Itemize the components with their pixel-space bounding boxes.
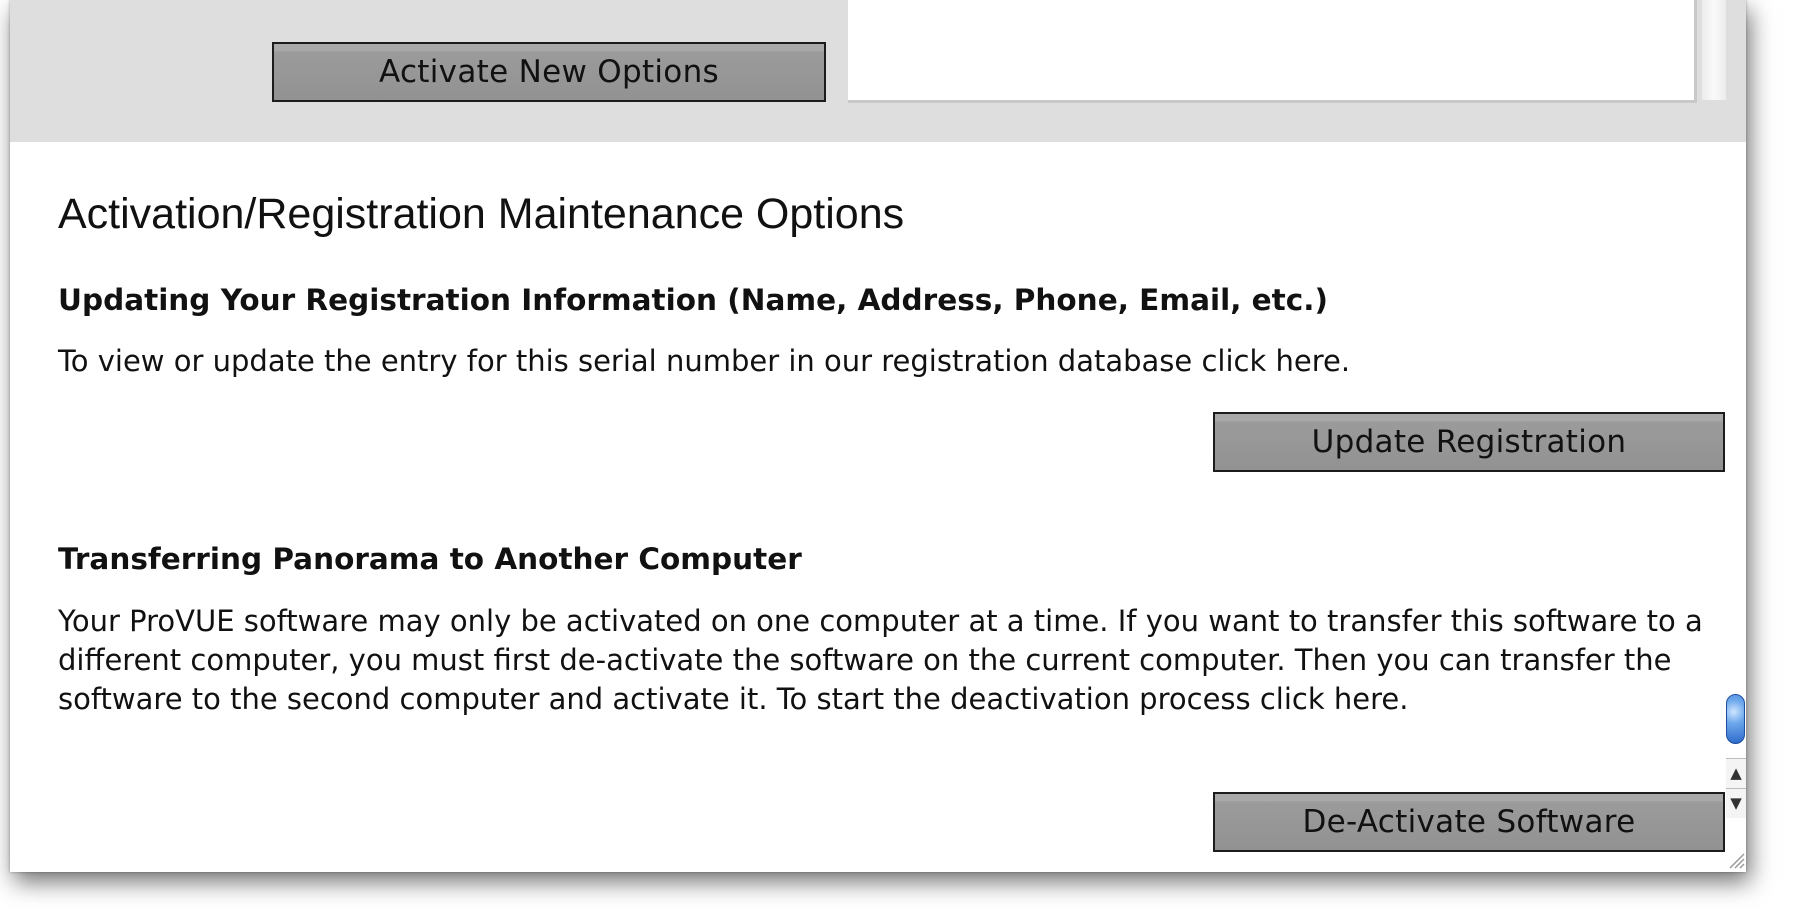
transfer-text: Your ProVUE software may only be activat… [58, 604, 1703, 716]
options-list-scrollbar[interactable] [1702, 0, 1726, 100]
page-title: Activation/Registration Maintenance Opti… [58, 190, 905, 238]
up-arrow-icon[interactable]: ▲ [1726, 758, 1746, 788]
transfer-heading: Transferring Panorama to Another Compute… [58, 542, 802, 576]
update-registration-heading: Updating Your Registration Information (… [58, 283, 1328, 317]
deactivate-software-button[interactable]: De-Activate Software [1213, 792, 1725, 852]
update-registration-text: To view or update the entry for this ser… [58, 344, 1351, 378]
window: Activate New Options Activation/Registra… [10, 0, 1746, 872]
options-list-area[interactable] [848, 0, 1697, 103]
resize-grip-icon[interactable] [1726, 842, 1746, 872]
scroll-thumb[interactable] [1726, 694, 1745, 744]
page-scrollbar[interactable]: ▲ ▼ [1726, 142, 1746, 842]
down-arrow-icon[interactable]: ▼ [1726, 788, 1746, 818]
activation-panel: Activate New Options [10, 0, 1746, 142]
update-registration-button[interactable]: Update Registration [1213, 412, 1725, 472]
activate-new-options-button[interactable]: Activate New Options [272, 42, 826, 102]
